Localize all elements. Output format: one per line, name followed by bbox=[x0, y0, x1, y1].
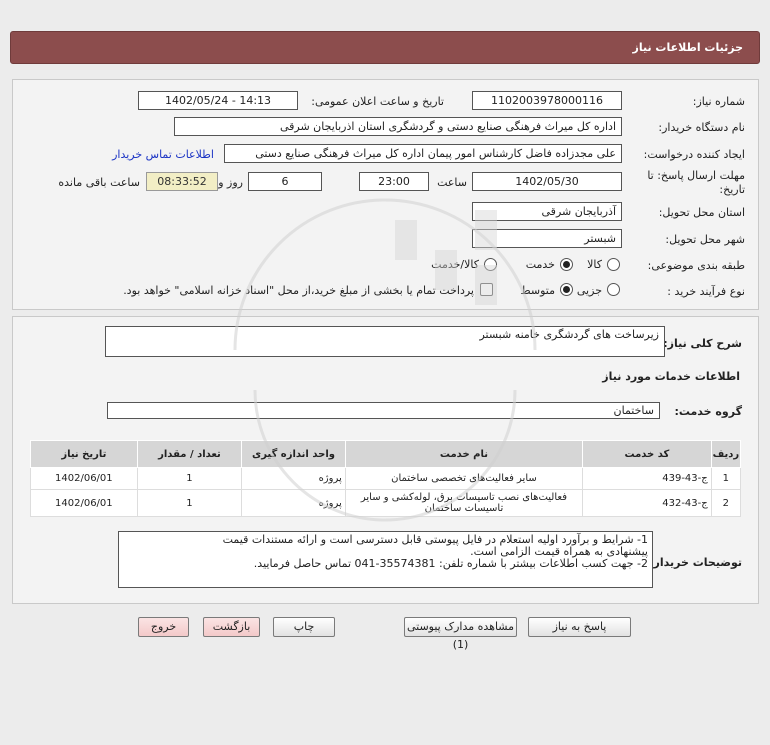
table-row: 1 ج-43-439 سایر فعالیت‌های تخصصی ساختمان… bbox=[30, 467, 742, 490]
announce-date-field: 1402/05/24 - 14:13 bbox=[138, 91, 298, 110]
col-row-header: ردیف bbox=[710, 440, 742, 468]
services-section-title: اطلاعات خدمات مورد نیاز bbox=[602, 370, 740, 383]
days-label: روز و bbox=[218, 176, 243, 189]
need-number-label: شماره نیاز: bbox=[692, 95, 745, 108]
cell-unit: پروژه bbox=[241, 467, 346, 490]
buyer-org-field: اداره کل میراث فرهنگی صنایع دستی و گردشگ… bbox=[174, 117, 622, 136]
need-details-page: جزئیات اطلاعات نیاز شماره نیاز: 11020039… bbox=[0, 0, 770, 745]
treasury-payment-note: پرداخت تمام یا بخشی از مبلغ خرید،از محل … bbox=[123, 284, 474, 297]
service-group-label: گروه خدمت: bbox=[674, 405, 742, 418]
buyer-notes-line: 2- جهت کسب اطلاعات بیشتر با شماره تلفن: … bbox=[253, 557, 648, 570]
process-radio-medium[interactable] bbox=[560, 283, 573, 296]
remaining-time-field: 08:33:52 bbox=[146, 172, 218, 191]
col-unit-header: واحد اندازه گیری bbox=[241, 440, 346, 468]
cell-code: ج-43-439 bbox=[582, 467, 712, 490]
col-name-header: نام خدمت bbox=[344, 440, 584, 468]
need-number-field: 1102003978000116 bbox=[472, 91, 622, 110]
summary-field: زیرساخت های گردشگری خامنه شبستر bbox=[105, 326, 665, 357]
category-radio-service[interactable] bbox=[560, 258, 573, 271]
province-field: آذربایجان شرقی bbox=[472, 202, 622, 221]
buyer-notes-label: توضیحات خریدار: bbox=[649, 556, 742, 569]
creator-field: علی مجدزاده فاضل کارشناس امور پیمان ادار… bbox=[224, 144, 622, 163]
category-option-goods: کالا bbox=[587, 258, 602, 271]
deadline-time-label: ساعت bbox=[437, 176, 467, 189]
cell-name: فعالیت‌های نصب تاسیسات برق، لوله‌کشی و س… bbox=[344, 489, 584, 517]
category-radio-goods[interactable] bbox=[607, 258, 620, 271]
exit-button[interactable]: خروج bbox=[138, 617, 189, 637]
service-group-field: ساختمان bbox=[107, 402, 660, 419]
deadline-label: مهلت ارسال پاسخ: تا bbox=[647, 169, 745, 182]
print-button[interactable]: چاپ bbox=[273, 617, 335, 637]
category-option-goods-service: کالا/خدمت bbox=[431, 258, 479, 271]
cell-code: ج-43-432 bbox=[582, 489, 712, 517]
col-date-header: تاریخ نیاز bbox=[30, 440, 138, 468]
province-label: استان محل تحویل: bbox=[658, 206, 745, 219]
cell-row: 1 bbox=[710, 467, 742, 490]
process-radio-minor[interactable] bbox=[607, 283, 620, 296]
reply-button[interactable]: پاسخ به نیاز bbox=[528, 617, 631, 637]
col-code-header: کد خدمت bbox=[582, 440, 712, 468]
cell-date: 1402/06/01 bbox=[30, 467, 138, 490]
page-header: جزئیات اطلاعات نیاز bbox=[10, 31, 760, 64]
remaining-time-label: ساعت باقی مانده bbox=[58, 176, 140, 189]
process-option-medium: متوسط bbox=[520, 284, 555, 297]
back-button[interactable]: بازگشت bbox=[203, 617, 260, 637]
services-table: ردیف کد خدمت نام خدمت واحد اندازه گیری ت… bbox=[30, 440, 742, 517]
buyer-notes-field: 1- شرایط و برآورد اولیه استعلام در فایل … bbox=[118, 531, 653, 588]
col-qty-header: تعداد / مقدار bbox=[136, 440, 243, 468]
category-option-service: خدمت bbox=[525, 258, 555, 271]
cell-name: سایر فعالیت‌های تخصصی ساختمان bbox=[344, 467, 584, 490]
cell-row: 2 bbox=[710, 489, 742, 517]
buyer-org-label: نام دستگاه خریدار: bbox=[658, 121, 745, 134]
buyer-contact-link[interactable]: اطلاعات تماس خریدار bbox=[112, 148, 214, 161]
deadline-date-label: تاریخ: bbox=[719, 183, 745, 196]
creator-label: ایجاد کننده درخواست: bbox=[643, 148, 745, 161]
cell-qty: 1 bbox=[136, 489, 243, 517]
page-title: جزئیات اطلاعات نیاز bbox=[632, 41, 744, 54]
deadline-date-field: 1402/05/30 bbox=[472, 172, 622, 191]
attachments-button[interactable]: مشاهده مدارک پیوستی (1) bbox=[404, 617, 517, 651]
category-label: طبقه بندی موضوعی: bbox=[647, 259, 745, 272]
city-field: شبستر bbox=[472, 229, 622, 248]
category-radio-goods-service[interactable] bbox=[484, 258, 497, 271]
city-label: شهر محل تحویل: bbox=[665, 233, 745, 246]
cell-qty: 1 bbox=[136, 467, 243, 490]
announce-date-label: تاریخ و ساعت اعلان عمومی: bbox=[311, 95, 444, 108]
deadline-time-field: 23:00 bbox=[359, 172, 429, 191]
treasury-payment-checkbox[interactable] bbox=[480, 283, 493, 296]
process-label: نوع فرآیند خرید : bbox=[667, 285, 745, 298]
table-header-row: ردیف کد خدمت نام خدمت واحد اندازه گیری ت… bbox=[30, 440, 742, 468]
cell-date: 1402/06/01 bbox=[30, 489, 138, 517]
days-remaining-field: 6 bbox=[248, 172, 322, 191]
table-row: 2 ج-43-432 فعالیت‌های نصب تاسیسات برق، ل… bbox=[30, 489, 742, 517]
process-option-minor: جزیی bbox=[576, 284, 602, 297]
info-panel bbox=[12, 79, 759, 310]
cell-unit: پروژه bbox=[241, 489, 346, 517]
summary-label: شرح کلی نیاز: bbox=[663, 337, 742, 350]
